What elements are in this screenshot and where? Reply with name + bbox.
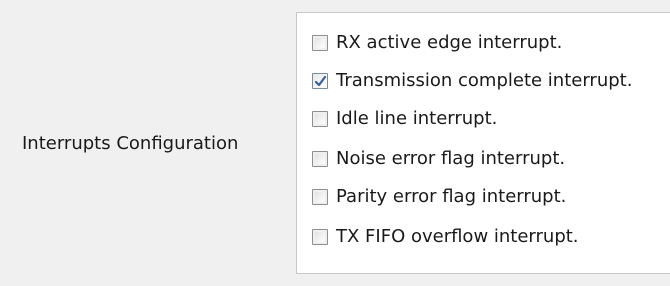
idle-line-interrupt-checkbox[interactable] [312,111,328,127]
noise-error-flag-interrupt-checkbox[interactable] [312,151,328,167]
idle-line-interrupt-label: Idle line interrupt. [336,108,498,129]
parity-error-flag-interrupt-option[interactable]: Parity error flag interrupt. [312,183,566,211]
tx-fifo-overflow-interrupt-checkbox[interactable] [312,229,328,245]
transmission-complete-interrupt-checkbox[interactable] [312,73,328,89]
rx-active-edge-interrupt-checkbox[interactable] [312,35,328,51]
tx-fifo-overflow-interrupt-label: TX FIFO overflow interrupt. [336,226,579,247]
interrupts-options-panel: RX active edge interrupt. Transmission c… [296,12,670,274]
noise-error-flag-interrupt-option[interactable]: Noise error flag interrupt. [312,145,565,173]
transmission-complete-interrupt-label: Transmission complete interrupt. [336,70,633,91]
interrupts-configuration-label: Interrupts Configuration [22,133,239,154]
noise-error-flag-interrupt-label: Noise error flag interrupt. [336,148,566,169]
checkmark-icon [314,75,326,86]
transmission-complete-interrupt-option[interactable]: Transmission complete interrupt. [312,67,632,95]
idle-line-interrupt-option[interactable]: Idle line interrupt. [312,105,497,133]
rx-active-edge-interrupt-option[interactable]: RX active edge interrupt. [312,29,562,57]
tx-fifo-overflow-interrupt-option[interactable]: TX FIFO overflow interrupt. [312,223,579,251]
parity-error-flag-interrupt-checkbox[interactable] [312,189,328,205]
parity-error-flag-interrupt-label: Parity error flag interrupt. [336,186,567,207]
rx-active-edge-interrupt-label: RX active edge interrupt. [336,32,563,53]
interrupts-configuration-row: Interrupts Configuration RX active edge … [0,0,670,286]
